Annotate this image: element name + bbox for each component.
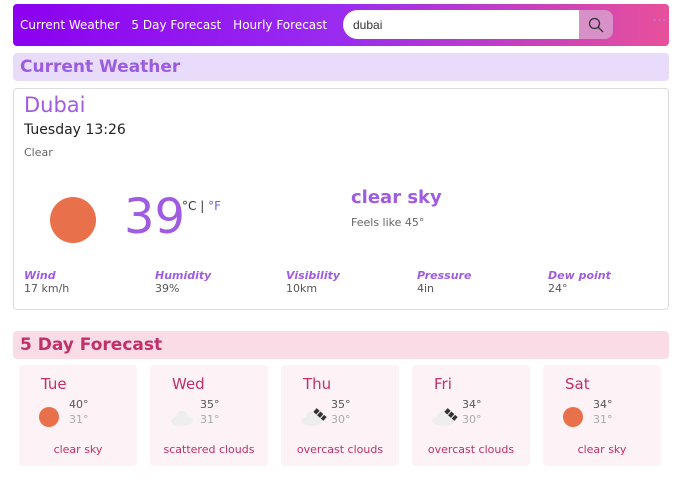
stat-visibility: Visibility 10km <box>286 269 340 295</box>
sun-icon <box>39 407 59 427</box>
forecast-high: 35° <box>331 398 351 411</box>
forecast-description: clear sky <box>53 443 103 456</box>
stat-label: Dew point <box>548 269 611 282</box>
forecast-low: 31° <box>200 413 220 426</box>
stat-label: Pressure <box>417 269 472 282</box>
forecast-day: Sat <box>565 375 590 393</box>
forecast-heading: 5 Day Forecast <box>13 331 669 359</box>
current-weather-card: Dubai Tuesday 13:26 Clear 39 °C | °F cle… <box>13 88 669 310</box>
cloud-icon <box>170 407 193 427</box>
forecast-day: Thu <box>303 375 332 393</box>
overcast-icon <box>432 407 458 427</box>
forecast-low: 31° <box>69 413 89 426</box>
forecast-low: 30° <box>331 413 351 426</box>
unit-separator: | <box>196 199 209 213</box>
forecast-day: Fri <box>434 375 452 393</box>
forecast-card: Tue 40° 31° clear sky <box>19 365 137 466</box>
unit-fahrenheit[interactable]: °F <box>208 199 221 213</box>
forecast-card: Thu 35° 30° overcast clouds <box>281 365 399 466</box>
stat-value: 4in <box>417 282 435 295</box>
search-input[interactable] <box>343 10 579 39</box>
feels-like: Feels like 45° <box>351 216 425 229</box>
stat-label: Humidity <box>155 269 212 282</box>
forecast-high: 34° <box>462 398 482 411</box>
menu-icon[interactable]: ⋮ <box>651 13 667 27</box>
forecast-high: 34° <box>593 398 613 411</box>
sun-icon <box>50 197 96 243</box>
current-weather-heading: Current Weather <box>13 53 669 81</box>
unit-celsius[interactable]: °C <box>182 199 196 213</box>
condition: Clear <box>24 146 53 159</box>
weather-description: clear sky <box>351 187 442 208</box>
search-button[interactable] <box>579 10 613 39</box>
forecast-description: clear sky <box>577 443 627 456</box>
stat-dew-point: Dew point 24° <box>548 269 611 295</box>
forecast-card: Wed 35° 31° scattered clouds <box>150 365 268 466</box>
unit-toggle[interactable]: °C | °F <box>182 199 221 213</box>
stat-value: 24° <box>548 282 568 295</box>
forecast-description: overcast clouds <box>427 443 515 456</box>
overcast-icon <box>301 407 327 427</box>
forecast-high: 35° <box>200 398 220 411</box>
forecast-description: overcast clouds <box>296 443 384 456</box>
forecast-high: 40° <box>69 398 89 411</box>
temperature: 39 <box>124 189 186 245</box>
stat-value: 10km <box>286 282 318 295</box>
datetime: Tuesday 13:26 <box>24 122 126 138</box>
stat-value: 17 km/h <box>24 282 70 295</box>
search-icon <box>588 17 604 32</box>
city-name: Dubai <box>24 93 86 117</box>
nav-hourly-forecast[interactable]: Hourly Forecast <box>233 18 327 32</box>
forecast-low: 31° <box>593 413 613 426</box>
stat-value: 39% <box>155 282 180 295</box>
stat-humidity: Humidity 39% <box>155 269 211 295</box>
stat-label: Visibility <box>286 269 341 282</box>
forecast-day: Wed <box>172 375 205 393</box>
sun-icon <box>563 407 583 427</box>
stat-label: Wind <box>24 269 56 282</box>
stat-wind: Wind 17 km/h <box>24 269 69 295</box>
navbar: Current Weather 5 Day Forecast Hourly Fo… <box>13 4 669 46</box>
forecast-day: Tue <box>41 375 67 393</box>
forecast-low: 30° <box>462 413 482 426</box>
forecast-description: scattered clouds <box>163 443 255 456</box>
nav-current-weather[interactable]: Current Weather <box>20 18 119 32</box>
stat-pressure: Pressure 4in <box>417 269 471 295</box>
forecast-card: Fri 34° 30° overcast clouds <box>412 365 530 466</box>
forecast-card: Sat 34° 31° clear sky <box>543 365 661 466</box>
nav-5-day-forecast[interactable]: 5 Day Forecast <box>131 18 221 32</box>
